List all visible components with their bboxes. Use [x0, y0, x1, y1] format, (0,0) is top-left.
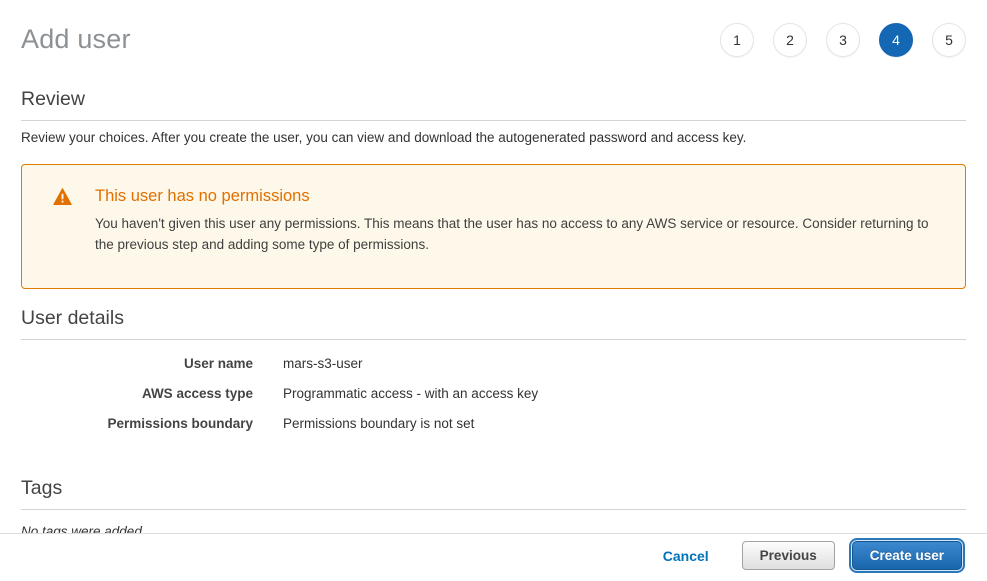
user-details-rows: User name mars-s3-user AWS access type P… [21, 348, 966, 438]
cancel-link[interactable]: Cancel [663, 548, 709, 564]
access-type-label: AWS access type [21, 386, 253, 401]
no-permissions-warning: This user has no permissions You haven't… [21, 164, 966, 289]
add-user-wizard-page: Add user 1 2 3 4 5 Review Review your ch… [0, 0, 987, 539]
warning-body: You haven't given this user any permissi… [95, 213, 935, 255]
permissions-boundary-value: Permissions boundary is not set [283, 416, 474, 431]
create-user-button[interactable]: Create user [852, 541, 962, 570]
table-row: Permissions boundary Permissions boundar… [21, 408, 966, 438]
review-heading: Review [21, 88, 966, 121]
wizard-step-3[interactable]: 3 [826, 23, 860, 57]
wizard-header: Add user 1 2 3 4 5 [21, 0, 966, 62]
user-details-section: User details User name mars-s3-user AWS … [21, 307, 966, 438]
table-row: AWS access type Programmatic access - wi… [21, 378, 966, 408]
previous-button[interactable]: Previous [742, 541, 835, 570]
tags-section: Tags No tags were added. [21, 477, 966, 539]
wizard-step-2[interactable]: 2 [773, 23, 807, 57]
warning-title: This user has no permissions [95, 187, 935, 206]
warning-triangle-icon [53, 188, 72, 210]
permissions-boundary-label: Permissions boundary [21, 416, 253, 431]
review-description: Review your choices. After you create th… [21, 130, 966, 145]
wizard-step-4-active[interactable]: 4 [879, 23, 913, 57]
table-row: User name mars-s3-user [21, 348, 966, 378]
user-name-value: mars-s3-user [283, 356, 363, 371]
wizard-footer: Cancel Previous Create user [0, 533, 987, 581]
wizard-step-1[interactable]: 1 [720, 23, 754, 57]
page-title: Add user [21, 24, 131, 55]
tags-heading: Tags [21, 477, 966, 510]
wizard-step-5[interactable]: 5 [932, 23, 966, 57]
warning-content: This user has no permissions You haven't… [95, 187, 935, 255]
review-section: Review Review your choices. After you cr… [21, 88, 966, 145]
user-name-label: User name [21, 356, 253, 371]
access-type-value: Programmatic access - with an access key [283, 386, 538, 401]
wizard-step-indicator: 1 2 3 4 5 [720, 23, 966, 57]
user-details-heading: User details [21, 307, 966, 340]
